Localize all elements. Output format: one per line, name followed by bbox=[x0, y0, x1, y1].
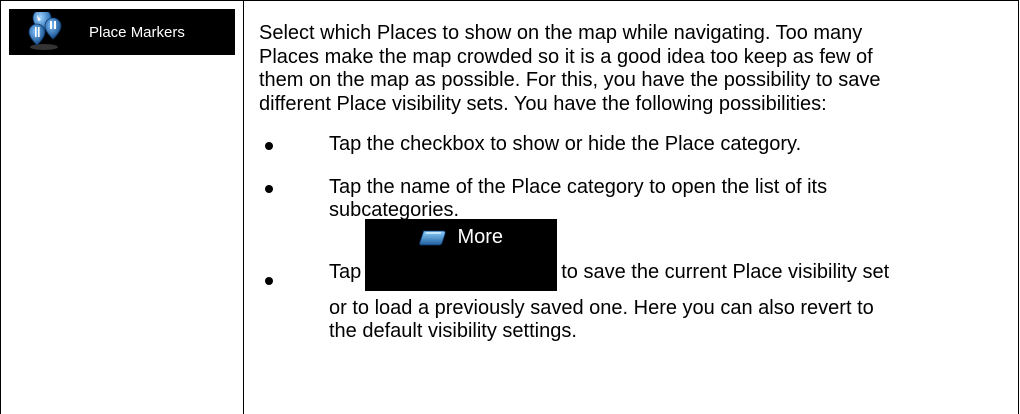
bullet-dot bbox=[265, 276, 273, 285]
bullet-text: Tap the name of the Place category to op… bbox=[329, 175, 828, 198]
place-markers-icon bbox=[23, 8, 65, 52]
bullet-dot bbox=[265, 184, 273, 193]
description-line: Places make the map crowded so it is a g… bbox=[259, 45, 873, 68]
bullet-item: Tap the checkbox to show or hide the Pla… bbox=[259, 133, 1019, 157]
bullet-text: the default visibility settings. bbox=[329, 320, 577, 342]
place-markers-button[interactable]: Place Markers bbox=[9, 8, 235, 55]
bullet-text: or to load a previously saved one. Here … bbox=[329, 296, 874, 319]
more-icon bbox=[419, 230, 447, 245]
bullet-dot bbox=[265, 142, 273, 150]
column-divider bbox=[243, 0, 244, 414]
description-cell: Select which Places to show on the map w… bbox=[259, 22, 1019, 344]
more-button[interactable]: More bbox=[365, 218, 558, 291]
bullet-item: Tap the name of the Place category to op… bbox=[259, 176, 1019, 223]
more-label: More bbox=[457, 225, 504, 248]
tap-line: Tap More to save the current Place visib… bbox=[329, 218, 1019, 291]
description-text: Select which Places to show on the map w… bbox=[259, 22, 1019, 116]
bullet-text: to save the current Place visibility set bbox=[561, 261, 890, 283]
description-line: different Place visibility sets. You hav… bbox=[259, 92, 827, 115]
bullet-item: Tap More to save the current Place visib… bbox=[259, 218, 1019, 344]
bullet-text: Tap the checkbox to show or hide the Pla… bbox=[329, 133, 802, 155]
bullet-continuation: or to load a previously saved one. Here … bbox=[329, 297, 1019, 344]
description-line: Select which Places to show on the map w… bbox=[259, 22, 863, 44]
bullet-text: Tap bbox=[329, 261, 362, 283]
description-line: them on the map as possible. For this, y… bbox=[259, 69, 881, 91]
place-markers-label: Place Markers bbox=[89, 23, 185, 41]
